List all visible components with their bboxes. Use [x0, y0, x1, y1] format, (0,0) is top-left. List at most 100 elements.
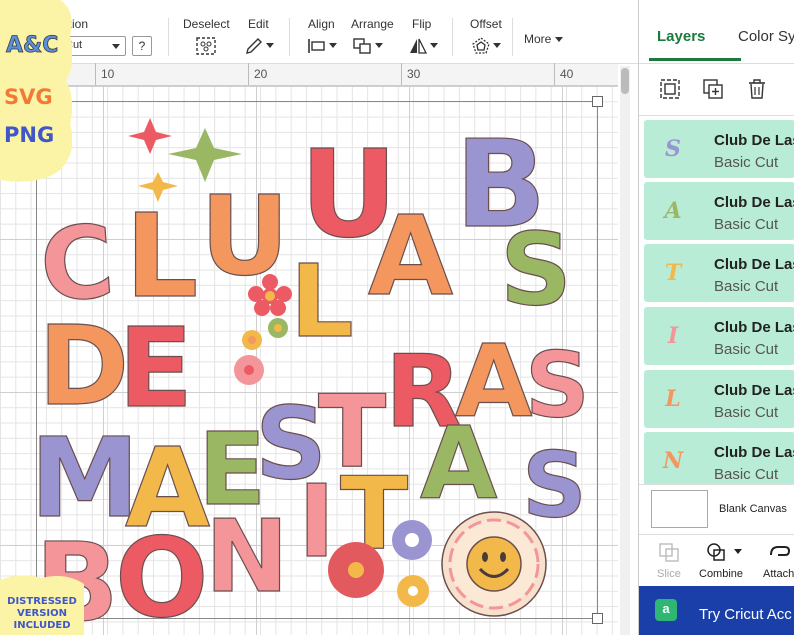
design-letter: S — [525, 333, 590, 438]
arrange-icon[interactable] — [352, 36, 374, 56]
deselect-icon[interactable] — [195, 36, 217, 56]
ruler-major-tick — [95, 63, 96, 85]
canvas-color-swatch[interactable] — [651, 490, 708, 528]
tab-color-sync[interactable]: Color Sy — [738, 28, 794, 45]
design-letter: D — [38, 302, 129, 430]
attach-icon[interactable] — [767, 541, 791, 563]
layer-thumbnail: S — [665, 136, 681, 162]
layer-type: Basic Cut — [714, 216, 779, 233]
design-letter: S — [522, 433, 587, 538]
panel-tabs: Layers Color Sy — [639, 0, 794, 64]
try-cricut-access-text: Try Cricut Acc — [699, 606, 792, 623]
ruler-major-tick — [554, 63, 555, 85]
layer-thumbnail: L — [665, 386, 681, 412]
ruler-mark: 40 — [560, 67, 574, 81]
arrange-caret-icon[interactable] — [375, 43, 383, 48]
layer-item[interactable]: A Club De Las Basic Cut — [644, 182, 794, 240]
help-button[interactable]: ? — [132, 36, 152, 56]
layer-name: Club De Las — [714, 194, 794, 211]
design-letter: A — [420, 405, 497, 522]
offset-label: Offset — [470, 17, 502, 31]
align-caret-icon[interactable] — [329, 43, 337, 48]
align-icon[interactable] — [306, 36, 328, 56]
layer-name: Club De Las — [714, 132, 794, 149]
layer-item[interactable]: N Club De Las Basic Cut — [644, 432, 794, 484]
combine-icon[interactable] — [705, 541, 729, 563]
ruler-major-tick — [248, 63, 249, 85]
scrollbar-thumb[interactable] — [621, 68, 629, 94]
layer-item[interactable]: L Club De Las Basic Cut — [644, 370, 794, 428]
layer-type: Basic Cut — [714, 154, 779, 171]
tab-layers[interactable]: Layers — [657, 28, 705, 45]
combine-caret-icon[interactable] — [734, 549, 742, 554]
toolbar-divider — [168, 18, 169, 56]
edit-caret-icon[interactable] — [266, 43, 274, 48]
blank-canvas-label: Blank Canvas — [719, 503, 787, 515]
layer-item[interactable]: I Club De Las Basic Cut — [644, 307, 794, 365]
slice-label[interactable]: Slice — [657, 568, 681, 580]
flower-icon — [268, 318, 288, 338]
flower-icon — [392, 520, 432, 560]
layer-name: Club De Las — [714, 382, 794, 399]
club-de-las-maestras-design[interactable]: C L U U B D E L A S M A E S T R A S B O … — [0, 86, 618, 635]
logo-text: A&C — [6, 33, 58, 58]
design-letter: A — [368, 192, 453, 320]
edit-pencil-icon[interactable] — [243, 36, 265, 56]
layer-item[interactable]: T Club De Las Basic Cut — [644, 244, 794, 302]
design-canvas[interactable]: C L U U B D E L A S M A E S T R A S B O … — [0, 86, 618, 635]
active-tab-indicator — [649, 58, 741, 61]
toolbar-divider — [512, 18, 513, 56]
delete-icon[interactable] — [746, 78, 768, 100]
format-png-label: PNG — [4, 123, 54, 147]
attach-label[interactable]: Attach — [763, 568, 794, 580]
layer-list: S Club De Las Basic Cut A Club De Las Ba… — [639, 116, 794, 484]
layer-tools: Slice Combine Attach — [639, 534, 794, 586]
combine-label[interactable]: Combine — [699, 568, 743, 580]
layer-thumbnail: A — [664, 198, 682, 224]
flip-icon[interactable] — [407, 36, 429, 56]
slice-icon[interactable] — [657, 541, 681, 563]
smiley-daisy-icon — [441, 511, 547, 617]
ruler-mark: 10 — [101, 67, 115, 81]
ruler-mark: 30 — [407, 67, 421, 81]
layer-item[interactable]: S Club De Las Basic Cut — [644, 120, 794, 178]
ruler-mark: 20 — [254, 67, 268, 81]
design-letter: E — [118, 304, 193, 432]
flip-label: Flip — [412, 17, 432, 31]
blank-canvas-layer[interactable]: Blank Canvas — [639, 484, 794, 534]
duplicate-icon[interactable] — [702, 78, 724, 100]
layer-thumbnail: N — [662, 448, 684, 474]
more-caret-icon — [554, 37, 563, 43]
layer-type: Basic Cut — [714, 278, 779, 295]
edit-label: Edit — [248, 17, 269, 31]
badge-line: VERSION — [17, 608, 67, 619]
horizontal-ruler: 10 20 30 40 — [0, 63, 618, 86]
flower-icon — [234, 355, 264, 385]
layer-type: Basic Cut — [714, 466, 779, 483]
distressed-version-badge: DISTRESSED VERSION INCLUDED — [0, 575, 84, 635]
brand-logo-overlay: A&C SVG PNG — [0, 0, 72, 182]
layer-actions — [639, 64, 794, 116]
ruler-major-tick — [401, 63, 402, 85]
layer-name: Club De Las — [714, 256, 794, 273]
more-label: More — [524, 32, 552, 46]
flower-icon — [242, 330, 262, 350]
design-letter: O — [115, 514, 209, 635]
offset-icon[interactable] — [470, 36, 492, 56]
layer-type: Basic Cut — [714, 404, 779, 421]
badge-line: INCLUDED — [14, 620, 71, 631]
more-button[interactable]: More — [524, 32, 563, 46]
deselect-label: Deselect — [183, 17, 230, 31]
group-icon[interactable] — [659, 78, 681, 100]
sparkle-icon — [128, 118, 172, 154]
flower-icon — [328, 542, 384, 598]
design-letter: N — [205, 498, 289, 615]
try-cricut-access-banner[interactable]: a Try Cricut Acc — [639, 586, 794, 635]
toolbar-divider — [452, 18, 453, 56]
layer-type: Basic Cut — [714, 341, 779, 358]
layer-name: Club De Las — [714, 444, 794, 461]
flip-caret-icon[interactable] — [430, 43, 438, 48]
offset-caret-icon[interactable] — [493, 43, 501, 48]
vertical-scrollbar[interactable] — [620, 66, 630, 635]
cricut-access-icon: a — [655, 599, 677, 621]
